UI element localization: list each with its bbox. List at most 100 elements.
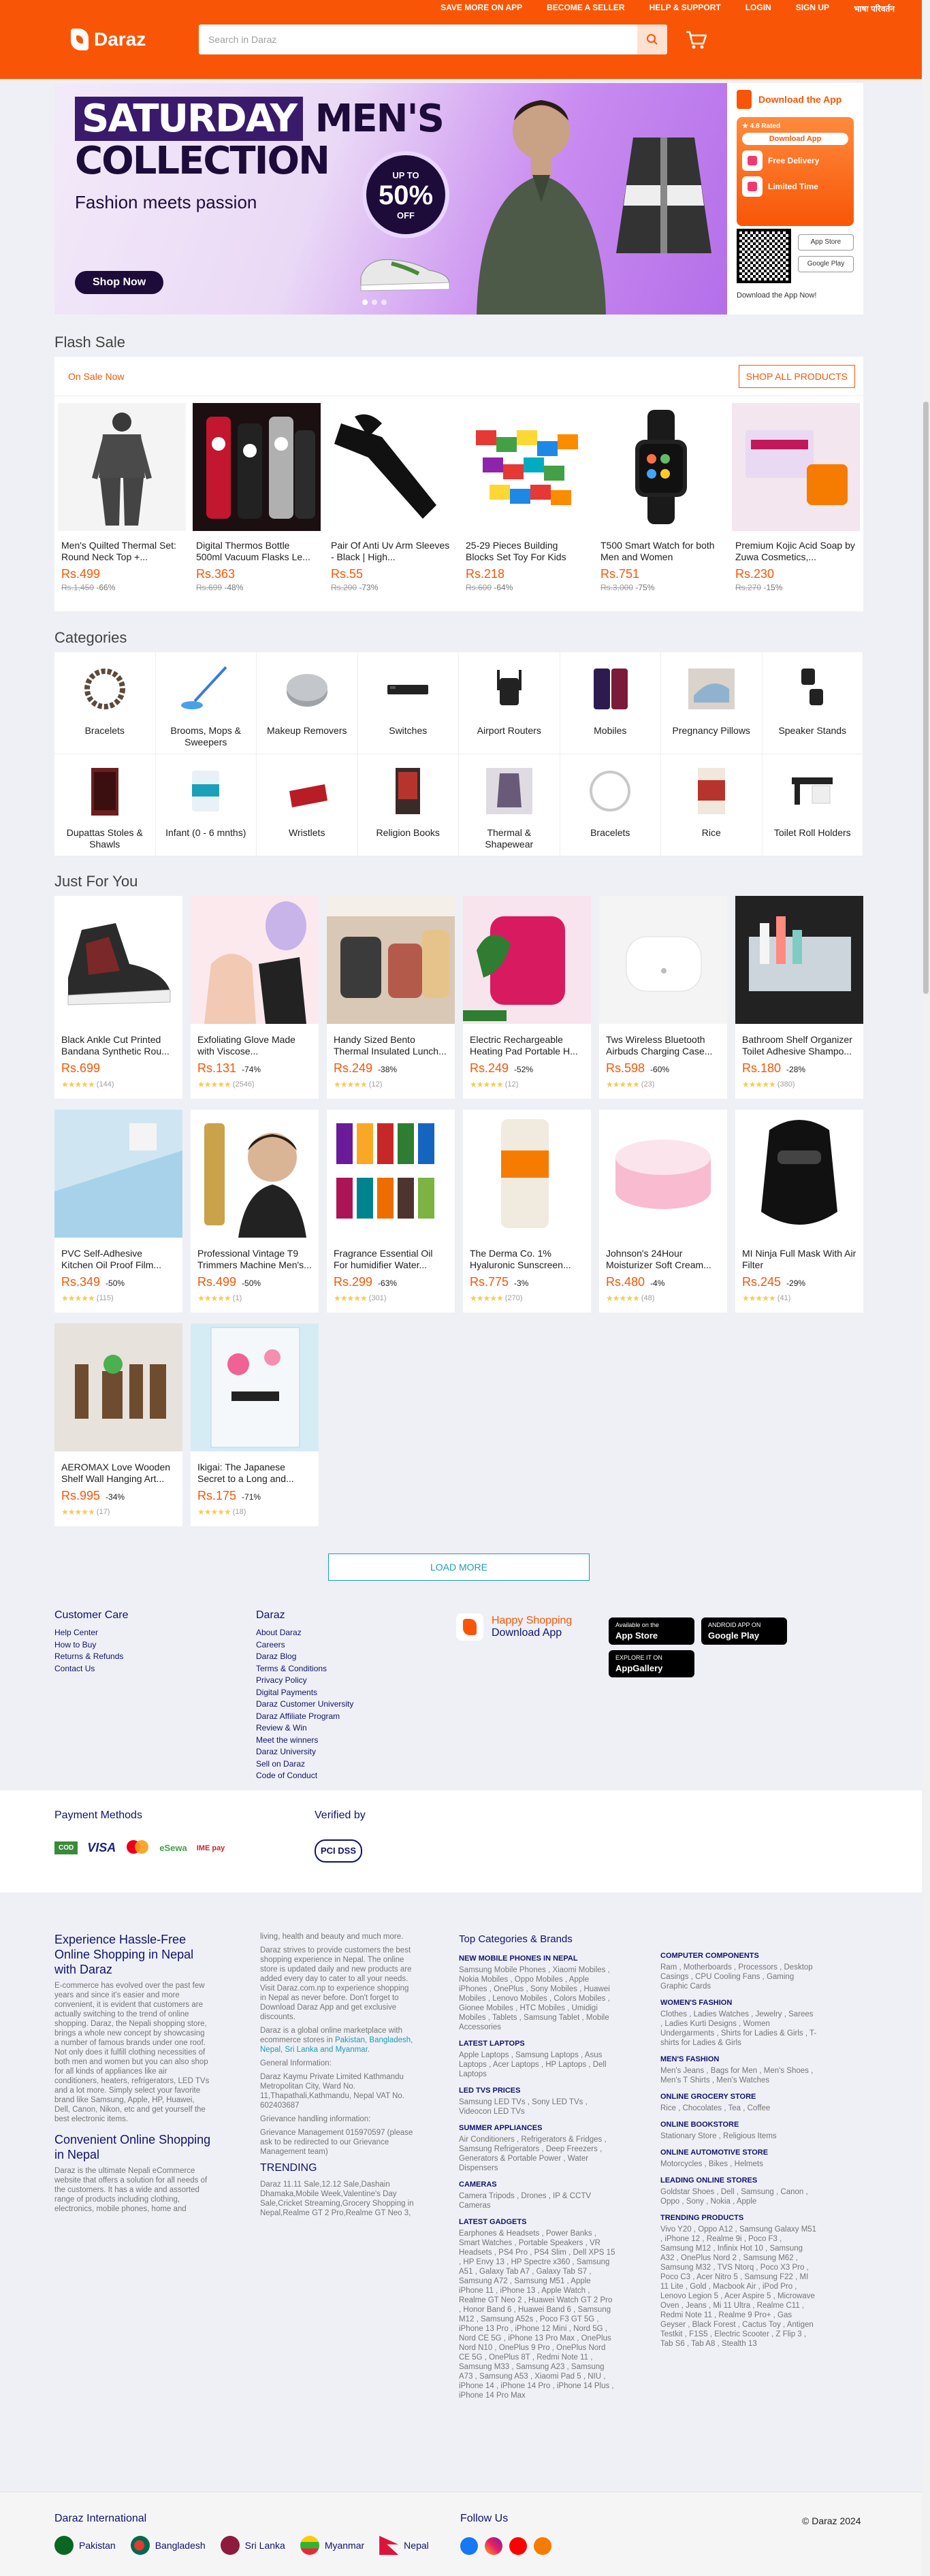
- daraz-logo[interactable]: Daraz: [71, 29, 146, 50]
- flash-product-card[interactable]: Digital Thermos Bottle 500ml Vacuum Flas…: [189, 396, 324, 611]
- footer-link[interactable]: Terms & Conditions: [256, 1663, 353, 1675]
- footer-link[interactable]: Digital Payments: [256, 1687, 353, 1699]
- product-card[interactable]: Tws Wireless Bluetooth Airbuds Charging …: [599, 896, 727, 1099]
- footer-link[interactable]: Meet the winners: [256, 1735, 353, 1747]
- google-play-badge[interactable]: Google Play: [798, 256, 854, 272]
- product-image: [597, 403, 725, 531]
- product-card[interactable]: Bathroom Shelf Organizer Toilet Adhesive…: [735, 896, 863, 1099]
- product-card[interactable]: Black Ankle Cut Printed Bandana Syntheti…: [54, 896, 182, 1099]
- footer-link[interactable]: Careers: [256, 1639, 353, 1652]
- product-card[interactable]: Exfoliating Glove Made with Viscose... R…: [191, 896, 319, 1099]
- footer-link[interactable]: Code of Conduct: [256, 1770, 353, 1782]
- category-rice[interactable]: Rice: [661, 754, 763, 856]
- product-image: [462, 403, 590, 531]
- product-card[interactable]: Ikigai: The Japanese Secret to a Long an…: [191, 1323, 319, 1526]
- product-card[interactable]: Fragrance Essential Oil For humidifier W…: [327, 1110, 455, 1313]
- download-app-heading[interactable]: Download the App: [737, 90, 854, 109]
- limited-time-feature: Limited Time: [742, 176, 848, 197]
- product-card[interactable]: MI Ninja Full Mask With Air Filter Rs.24…: [735, 1110, 863, 1313]
- footer-link[interactable]: Review & Win: [256, 1722, 353, 1735]
- app-store-badge[interactable]: App Store: [798, 234, 854, 251]
- category-bracelets-2[interactable]: Bracelets: [560, 754, 661, 856]
- country-bangladesh[interactable]: Bangladesh: [130, 2536, 206, 2555]
- category-switches[interactable]: Switches: [357, 652, 459, 754]
- country-myanmar[interactable]: Myanmar: [300, 2536, 364, 2555]
- footer-link[interactable]: Contact Us: [54, 1663, 128, 1675]
- footer-link[interactable]: Sell on Daraz: [256, 1758, 353, 1771]
- product-card[interactable]: Johnson's 24Hour Moisturizer Soft Cream.…: [599, 1110, 727, 1313]
- daraz-app-icon: [737, 90, 752, 109]
- category-toilet-roll-holders[interactable]: Toilet Roll Holders: [762, 754, 863, 856]
- footer-link[interactable]: Daraz Affiliate Program: [256, 1711, 353, 1723]
- page-scrollbar[interactable]: [922, 0, 930, 2576]
- category-speaker-stands[interactable]: Speaker Stands: [762, 652, 863, 754]
- pillow-icon: [688, 669, 735, 709]
- category-infant[interactable]: Infant (0 - 6 mnths): [155, 754, 257, 856]
- category-thermal-shapewear[interactable]: Thermal & Shapewear: [459, 754, 560, 856]
- flash-product-card[interactable]: Men's Quilted Thermal Set: Round Neck To…: [54, 396, 189, 611]
- product-card[interactable]: Professional Vintage T9 Trimmers Machine…: [191, 1110, 319, 1313]
- flash-product-card[interactable]: Pair Of Anti Uv Arm Sleeves - Black | Hi…: [324, 396, 459, 611]
- save-more-on-app-link[interactable]: SAVE MORE ON APP: [440, 3, 522, 14]
- product-image: [191, 1110, 319, 1238]
- footer-link[interactable]: Returns & Refunds: [54, 1651, 128, 1663]
- category-airport-routers[interactable]: Airport Routers: [459, 652, 560, 754]
- country-srilanka[interactable]: Sri Lanka: [220, 2536, 285, 2555]
- product-card[interactable]: AEROMAX Love Wooden Shelf Wall Hanging A…: [54, 1323, 182, 1526]
- flash-product-card[interactable]: 25-29 Pieces Building Blocks Set Toy For…: [459, 396, 594, 611]
- happy-shopping-block[interactable]: Happy Shopping Download App: [456, 1613, 572, 1641]
- website-icon[interactable]: [534, 2537, 551, 2555]
- facebook-icon[interactable]: [460, 2537, 478, 2555]
- flash-product-card[interactable]: T500 Smart Watch for both Men and Women …: [594, 396, 728, 611]
- flash-product-card[interactable]: Premium Kojic Acid Soap by Zuwa Cosmetic…: [728, 396, 863, 611]
- toilet-roll-holder-icon: [792, 777, 833, 805]
- category-pregnancy-pillows[interactable]: Pregnancy Pillows: [661, 652, 763, 754]
- product-card[interactable]: PVC Self-Adhesive Kitchen Oil Proof Film…: [54, 1110, 182, 1313]
- footer-link[interactable]: Privacy Policy: [256, 1675, 353, 1687]
- download-app-button[interactable]: Download App: [742, 133, 848, 145]
- category-mobiles[interactable]: Mobiles: [560, 652, 661, 754]
- imepay-logo: IME pay: [196, 1844, 225, 1852]
- product-old-price: Rs.1,450 -66%: [61, 583, 116, 592]
- appgallery-button[interactable]: EXPLORE IT ON AppGallery: [609, 1650, 694, 1677]
- login-link[interactable]: LOGIN: [745, 3, 771, 14]
- product-name: Premium Kojic Acid Soap by Zuwa Cosmetic…: [735, 540, 855, 562]
- country-pakistan[interactable]: Pakistan: [54, 2536, 116, 2555]
- product-card[interactable]: Handy Sized Bento Thermal Insulated Lunc…: [327, 896, 455, 1099]
- category-dupattas[interactable]: Dupattas Stoles & Shawls: [54, 754, 156, 856]
- category-bracelets[interactable]: Bracelets: [54, 652, 156, 754]
- footer-link[interactable]: Daraz Blog: [256, 1651, 353, 1663]
- top-links: SAVE MORE ON APP BECOME A SELLER HELP & …: [440, 3, 895, 14]
- category-brooms[interactable]: Brooms, Mops & Sweepers: [155, 652, 257, 754]
- footer-link[interactable]: Help Center: [54, 1627, 128, 1639]
- hero-banner[interactable]: SATURDAY MEN'S COLLECTION Fashion meets …: [54, 83, 727, 315]
- pakistan-flag-icon: [54, 2536, 74, 2555]
- shop-now-button[interactable]: Shop Now: [75, 271, 164, 294]
- google-play-button[interactable]: ANDROID APP ON Google Play: [701, 1617, 787, 1645]
- footer-link[interactable]: Daraz University: [256, 1746, 353, 1758]
- become-a-seller-link[interactable]: BECOME A SELLER: [547, 3, 624, 14]
- footer-link[interactable]: How to Buy: [54, 1639, 128, 1652]
- instagram-icon[interactable]: [485, 2537, 502, 2555]
- country-nepal[interactable]: Nepal: [379, 2536, 429, 2555]
- help-support-link[interactable]: HELP & SUPPORT: [650, 3, 721, 14]
- app-store-button[interactable]: Available on the App Store: [609, 1617, 694, 1645]
- store-badges: App Store Google Play: [798, 234, 854, 272]
- product-card[interactable]: The Derma Co. 1% Hyaluronic Sunscreen...…: [463, 1110, 591, 1313]
- footer-link[interactable]: Daraz Customer University: [256, 1698, 353, 1711]
- youtube-icon[interactable]: [509, 2537, 527, 2555]
- product-card[interactable]: Electric Rechargeable Heating Pad Portab…: [463, 896, 591, 1099]
- category-religion-books[interactable]: Religion Books: [357, 754, 459, 856]
- shop-all-products-button[interactable]: SHOP ALL PRODUCTS: [738, 364, 855, 388]
- category-makeup-removers[interactable]: Makeup Removers: [257, 652, 358, 754]
- language-switch-link[interactable]: भाषा परिवर्तन: [854, 3, 895, 14]
- cart-icon[interactable]: [685, 30, 708, 50]
- category-wristlets[interactable]: Wristlets: [257, 754, 358, 856]
- carousel-dots: [362, 300, 387, 305]
- footer-link[interactable]: About Daraz: [256, 1627, 353, 1639]
- rating-stars: ★★★★★: [334, 1080, 368, 1089]
- search-input[interactable]: [199, 25, 637, 54]
- search-button[interactable]: [637, 25, 667, 54]
- load-more-button[interactable]: LOAD MORE: [328, 1553, 590, 1581]
- signup-link[interactable]: SIGN UP: [796, 3, 829, 14]
